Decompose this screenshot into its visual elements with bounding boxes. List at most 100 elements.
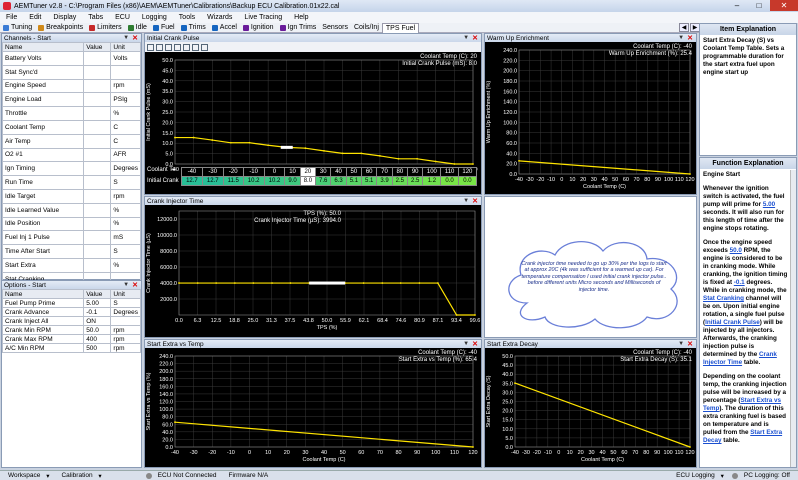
table-row[interactable]: Start Extra%: [1, 257, 141, 273]
grid-icon[interactable]: [183, 43, 190, 51]
table-row[interactable]: Battery Volts Volts: [1, 51, 141, 66]
cell-value[interactable]: 5.00: [83, 298, 112, 308]
close-icon[interactable]: ✕: [687, 340, 693, 348]
column-header[interactable]: Value: [83, 42, 112, 52]
table-row[interactable]: Crank Inject All ON: [1, 316, 141, 326]
cell-value[interactable]: [83, 161, 112, 177]
column-header[interactable]: Name: [1, 289, 85, 299]
tab-ignition[interactable]: Ignition: [240, 23, 277, 33]
pulse-value-cell[interactable]: 1.2: [422, 176, 442, 186]
temp-header-cell[interactable]: 80: [391, 167, 409, 177]
cell-value[interactable]: [83, 78, 112, 94]
table-row[interactable]: Idle Target rpm: [1, 188, 141, 204]
table-row[interactable]: Throttle%: [1, 106, 141, 121]
tab-limiters[interactable]: Limiters: [86, 23, 125, 33]
menu-display[interactable]: Display: [47, 14, 82, 21]
cell-value[interactable]: ON: [83, 316, 112, 326]
table-view-icon[interactable]: [165, 43, 172, 51]
pulse-value-cell[interactable]: 9.0: [284, 176, 301, 186]
menu-wizards[interactable]: Wizards: [201, 14, 238, 21]
menu-file[interactable]: File: [0, 14, 23, 21]
cell-value[interactable]: 500: [83, 343, 112, 353]
pulse-value-cell[interactable]: 6.3: [330, 176, 347, 186]
temp-header-cell[interactable]: 70: [376, 167, 393, 177]
pulse-value-cell[interactable]: 3.9: [376, 176, 393, 186]
table-row[interactable]: Air Temp C: [1, 133, 141, 149]
link-stat-cranking[interactable]: Stat Cranking: [703, 295, 744, 302]
cell-value[interactable]: [83, 64, 112, 80]
initial-crank-chart[interactable]: 0.0 5.0 10.0 15.0 20.0 25.0 30.0 35.0 40.0 45.0 50…: [145, 52, 481, 194]
menu-help[interactable]: Help: [288, 14, 314, 21]
pulse-value-cell[interactable]: 2.5: [391, 176, 409, 186]
initial-crank-table[interactable]: Coolant Te Initial Crank -40 -30 -20 -10 0 10…: [145, 165, 481, 187]
pulse-value-cell[interactable]: 11.5: [222, 176, 244, 186]
close-icon[interactable]: ✕: [472, 34, 478, 42]
pulse-value-cell[interactable]: 0.0: [440, 176, 459, 186]
temp-header-cell[interactable]: 110: [440, 167, 459, 177]
pulse-value-cell[interactable]: 12.7: [181, 176, 203, 186]
pin-icon[interactable]: ▼: [463, 341, 470, 347]
temp-header-cell[interactable]: -40: [181, 167, 203, 177]
pc-logging-status[interactable]: PC Logging: Off: [731, 472, 794, 479]
table-row[interactable]: Engine Speed rpm: [1, 78, 141, 94]
pulse-value-cell[interactable]: 0.0: [457, 176, 478, 186]
pulse-value-cell[interactable]: 12.7: [201, 176, 224, 186]
link-crank-advance[interactable]: -0.1: [734, 279, 745, 286]
table-row[interactable]: Fuel Pump Prime 5.00 S: [1, 298, 141, 308]
temp-header-cell[interactable]: -30: [201, 167, 224, 177]
cell-value[interactable]: -0.1: [83, 307, 112, 317]
pin-icon[interactable]: ▼: [123, 35, 130, 41]
start-extra-temp-chart[interactable]: 0.0 20.0 40.0 60.0 80.0 100.0 120.0 140.0 160.0 1…: [145, 348, 481, 467]
pin-icon[interactable]: ▼: [678, 341, 685, 347]
close-icon[interactable]: ✕: [770, 0, 798, 11]
temp-header-cell[interactable]: 120: [457, 167, 478, 177]
pin-icon[interactable]: ▼: [463, 35, 470, 41]
cell-value[interactable]: [83, 244, 112, 259]
table-row[interactable]: Stat Sync'd: [1, 64, 141, 80]
table-row[interactable]: Ign Timing Degrees: [1, 161, 141, 177]
pulse-value-cell[interactable]: 5.1: [345, 176, 363, 186]
tab-coils-inj[interactable]: Coils/Inj: [351, 23, 382, 33]
ecu-logging-menu[interactable]: ECU Logging ▾: [672, 472, 724, 480]
fit-icon[interactable]: [192, 43, 199, 51]
cell-value[interactable]: [83, 230, 112, 246]
cell-value[interactable]: [83, 175, 112, 190]
table-row[interactable]: Time After Start S: [1, 244, 141, 259]
temp-header-cell[interactable]: 90: [407, 167, 424, 177]
pulse-value-cell[interactable]: 8.0: [299, 176, 317, 186]
link-crank-min-rpm[interactable]: 50.0: [730, 247, 742, 254]
link-fuel-pump-prime[interactable]: 5.00: [763, 201, 775, 208]
temp-header-cell[interactable]: 100: [422, 167, 442, 177]
temp-header-cell[interactable]: 60: [361, 167, 378, 177]
cell-value[interactable]: [83, 106, 112, 121]
pin-icon[interactable]: ▼: [123, 282, 130, 288]
temp-header-cell[interactable]: -10: [242, 167, 265, 177]
table-row[interactable]: Run Time S: [1, 175, 141, 190]
temp-header-cell[interactable]: 10: [284, 167, 301, 177]
tab-breakpoints[interactable]: Breakpoints: [35, 23, 86, 33]
tab-tps-fuel[interactable]: TPS Fuel: [381, 22, 420, 33]
cell-value[interactable]: [83, 119, 112, 135]
menu-tabs[interactable]: Tabs: [82, 14, 109, 21]
menu-tools[interactable]: Tools: [173, 14, 201, 21]
minimize-icon[interactable]: –: [726, 0, 748, 11]
menu-live-tracing[interactable]: Live Tracing: [238, 14, 288, 21]
cell-value[interactable]: [83, 188, 112, 204]
maximize-icon[interactable]: □: [748, 0, 770, 11]
select-tool-icon[interactable]: [147, 43, 154, 51]
start-extra-decay-chart[interactable]: 0.0 5.0 10.0 15.0 20.0 25.0 30.0 35.0 40.0 45.0 50…: [485, 348, 696, 467]
pin-icon[interactable]: ▼: [463, 198, 470, 204]
pulse-value-cell[interactable]: 2.5: [407, 176, 424, 186]
cell-value[interactable]: [83, 51, 112, 66]
pulse-value-cell[interactable]: 7.6: [315, 176, 332, 186]
workspace-menu[interactable]: Workspace ▾: [4, 472, 49, 480]
tab-tuning[interactable]: Tuning: [0, 23, 35, 33]
cell-value[interactable]: [83, 202, 112, 218]
menu-logging[interactable]: Logging: [136, 14, 173, 21]
crank-injector-chart[interactable]: 2000.0 4000.0 6000.0 8000.0 10000.0 12000.0 0.…: [145, 205, 481, 337]
menu-ecu[interactable]: ECU: [109, 14, 136, 21]
close-icon[interactable]: ✕: [472, 340, 478, 348]
table-row[interactable]: Engine Load PSIg: [1, 92, 141, 108]
pulse-value-cell[interactable]: 5.1: [361, 176, 378, 186]
tab-fuel[interactable]: Fuel: [150, 23, 178, 33]
